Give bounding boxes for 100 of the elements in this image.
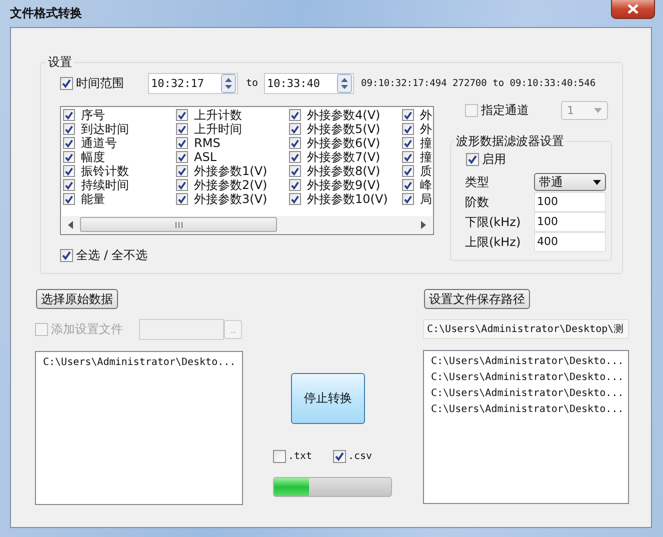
checkbox[interactable] (176, 109, 188, 121)
checkbox[interactable] (63, 137, 75, 149)
right-arrow-icon[interactable] (420, 220, 426, 229)
checkbox[interactable] (466, 153, 479, 166)
field-label: 外接参数10(V) (307, 192, 388, 206)
caret-icon (593, 180, 601, 184)
checkbox[interactable] (402, 123, 414, 135)
settings-file-field[interactable] (139, 319, 224, 340)
checkbox[interactable] (465, 104, 478, 117)
checkbox-label: 全选 / 全不选 (76, 247, 148, 264)
checkbox[interactable] (289, 165, 301, 177)
checkbox[interactable] (402, 151, 414, 163)
time-span-text: 09:10:32:17:494 272700 to 09:10:33:40:546 (361, 78, 596, 89)
checkbox[interactable] (63, 165, 75, 177)
field-label: 能量 (81, 192, 105, 206)
checkbox[interactable] (289, 109, 301, 121)
stop-button[interactable]: 停止转换 (291, 373, 365, 424)
checkbox[interactable] (402, 137, 414, 149)
spin-arrows-icon[interactable] (337, 74, 352, 93)
checkbox[interactable] (60, 249, 73, 262)
field-label: 质 (420, 164, 432, 178)
file-path[interactable]: C:\Users\Administrator\Deskto... (43, 355, 242, 371)
checkbox-label: .csv (348, 450, 372, 462)
field-label: 幅度 (81, 150, 105, 164)
save-path-button[interactable]: 设置文件保存路径 (424, 289, 530, 309)
horizontal-scrollbar[interactable] (62, 216, 432, 233)
input-field[interactable]: 400 (534, 232, 606, 252)
checkbox[interactable] (289, 151, 301, 163)
checkbox[interactable] (402, 109, 414, 121)
field-label: 类型 (465, 174, 490, 190)
group-title: 波形数据滤波器设置 (454, 133, 566, 149)
file-path[interactable]: C:\Users\Administrator\Deskto... (431, 354, 628, 370)
field-label: 阶数 (465, 194, 490, 210)
checkbox-label: .txt (288, 450, 312, 462)
input-field[interactable]: 100 (534, 212, 606, 232)
group-title: 设置 (46, 54, 74, 70)
field-label: 外接参数9(V) (307, 178, 380, 192)
spin-arrows-icon[interactable] (221, 74, 236, 93)
field-label: 外接参数5(V) (307, 122, 380, 136)
to-label: to (246, 78, 258, 89)
field-label: 外接参数3(V) (194, 192, 268, 206)
checkbox[interactable] (63, 123, 75, 135)
time-field[interactable]: 10:32:17 (148, 73, 238, 94)
field-label: 上升时间 (194, 122, 242, 136)
grip-icon (174, 222, 182, 228)
field-label: 上升计数 (194, 108, 242, 122)
checkbox[interactable] (289, 123, 301, 135)
field-label: 外 (420, 108, 432, 122)
caret-icon (594, 108, 602, 113)
field-label: 上限(kHz) (465, 234, 522, 250)
checkbox[interactable] (176, 123, 188, 135)
checkbox-label: 指定通道 (481, 102, 529, 119)
field-label: 外接参数1(V) (194, 164, 268, 178)
field-label: 撞 (420, 150, 432, 164)
field-label: RMS (194, 136, 220, 150)
checkbox[interactable] (289, 137, 301, 149)
field-label: 外接参数6(V) (307, 136, 380, 150)
select-data-button[interactable]: 选择原始数据 (36, 289, 118, 309)
field-label: 峰 (420, 178, 432, 192)
checkbox-label: 添加设置文件 (51, 321, 123, 338)
field-label: 外接参数2(V) (194, 178, 268, 192)
checkbox[interactable] (63, 151, 75, 163)
field-label: 持续时间 (81, 178, 129, 192)
checkbox[interactable] (176, 137, 188, 149)
checkbox[interactable] (289, 179, 301, 191)
type-dropdown[interactable]: 带通 (534, 173, 606, 191)
checkbox[interactable] (63, 179, 75, 191)
field-label: 外接参数7(V) (307, 150, 380, 164)
left-arrow-icon[interactable] (68, 220, 74, 229)
checkbox[interactable] (333, 450, 346, 462)
checkbox[interactable] (273, 450, 286, 462)
file-path[interactable]: C:\Users\Administrator\Deskto... (431, 386, 628, 402)
checkbox[interactable] (176, 179, 188, 191)
checkbox[interactable] (402, 165, 414, 177)
field-label: 外接参数4(V) (307, 108, 380, 122)
save-path-field[interactable]: C:\Users\Administrator\Desktop\测 (423, 319, 629, 339)
field-label: 下限(kHz) (465, 214, 522, 230)
checkbox[interactable] (60, 77, 73, 90)
field-label: 通道号 (81, 136, 117, 150)
close-button[interactable] (611, 0, 655, 19)
field-label: 外接参数8(V) (307, 164, 380, 178)
window-title: 文件格式转换 (10, 5, 82, 22)
file-path[interactable]: C:\Users\Administrator\Deskto... (431, 370, 628, 386)
checkbox[interactable] (289, 193, 301, 205)
field-label: ASL (194, 150, 217, 164)
time-field[interactable]: 10:33:40 (264, 73, 354, 94)
field-label: 外 (420, 122, 432, 136)
checkbox-label: 启用 (482, 151, 506, 168)
input-field[interactable]: 100 (534, 192, 606, 212)
checkbox[interactable] (63, 193, 75, 205)
checkbox[interactable] (176, 151, 188, 163)
close-icon (627, 4, 639, 14)
field-label: 撞 (420, 136, 432, 150)
scrollbar-thumb[interactable] (80, 217, 277, 232)
checkbox[interactable] (63, 109, 75, 121)
checkbox[interactable] (402, 193, 414, 205)
checkbox[interactable] (402, 179, 414, 191)
file-path[interactable]: C:\Users\Administrator\Deskto... (431, 402, 628, 418)
checkbox[interactable] (176, 165, 188, 177)
checkbox[interactable] (176, 193, 188, 205)
